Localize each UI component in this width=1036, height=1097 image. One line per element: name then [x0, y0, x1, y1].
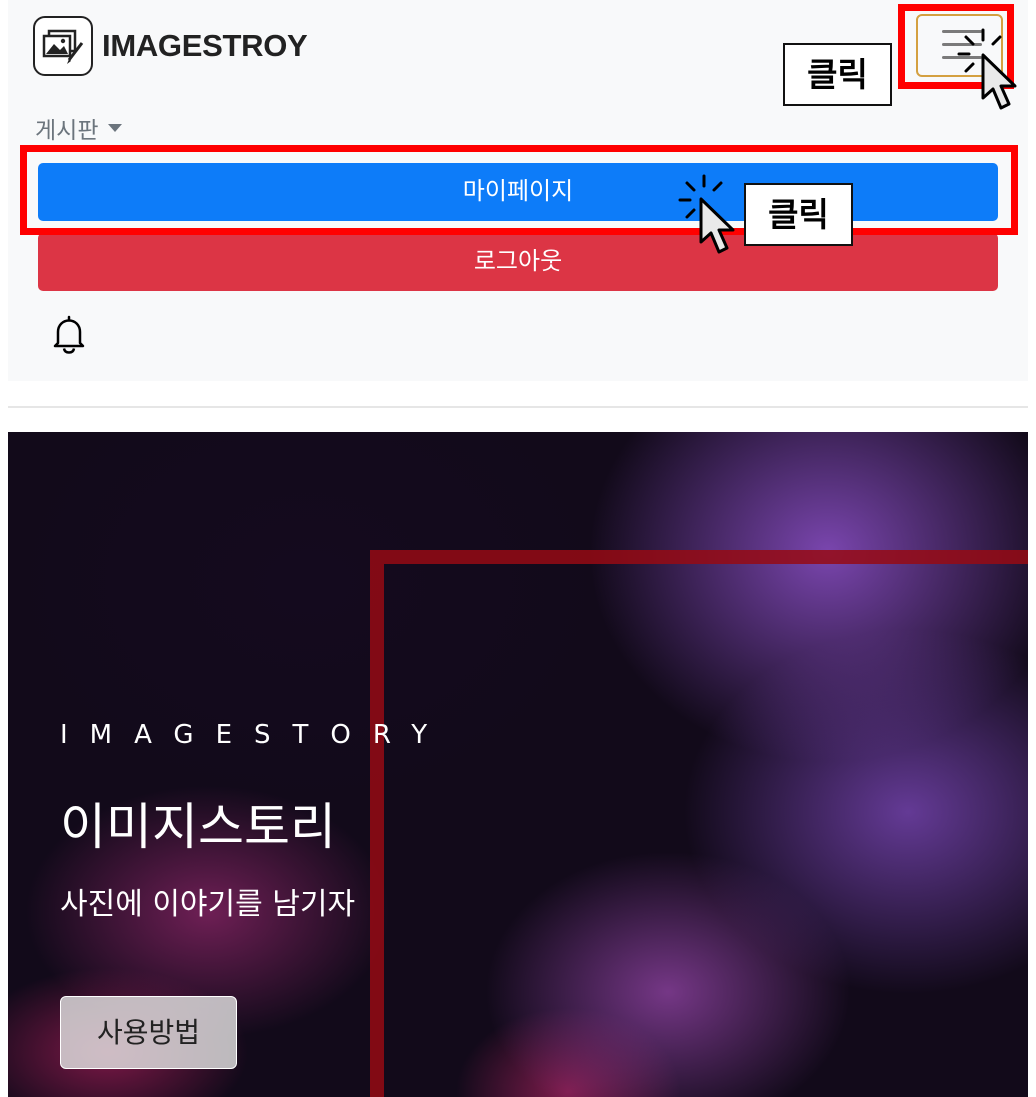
hero-subtitle: 사진에 이야기를 남기자 [60, 887, 356, 922]
board-dropdown[interactable]: 게시판 [35, 111, 123, 145]
bell-icon[interactable] [52, 314, 86, 354]
how-to-use-button[interactable]: 사용방법 [60, 996, 237, 1069]
hero-eyebrow: IMAGESTORY [60, 720, 450, 750]
mouse-pointer-icon [699, 197, 735, 254]
caret-down-icon [108, 124, 123, 132]
board-dropdown-label: 게시판 [35, 118, 99, 144]
brand[interactable]: IMAGESTROY [33, 16, 308, 76]
hero-title: 이미지스토리 [60, 798, 336, 856]
divider [8, 406, 1028, 408]
brand-name[interactable]: IMAGESTROY [102, 28, 308, 64]
highlight-box-mypage [20, 145, 1018, 235]
logout-button[interactable]: 로그아웃 [38, 233, 998, 291]
gallery-edit-icon [33, 16, 93, 76]
click-callout-mypage: 클릭 [744, 183, 853, 246]
click-callout-menu: 클릭 [783, 43, 892, 106]
hero-banner: IMAGESTORY 이미지스토리 사진에 이야기를 남기자 사용방법 [8, 432, 1028, 1097]
hero-frame-decoration [370, 550, 1028, 1097]
mouse-pointer-icon [981, 53, 1017, 110]
